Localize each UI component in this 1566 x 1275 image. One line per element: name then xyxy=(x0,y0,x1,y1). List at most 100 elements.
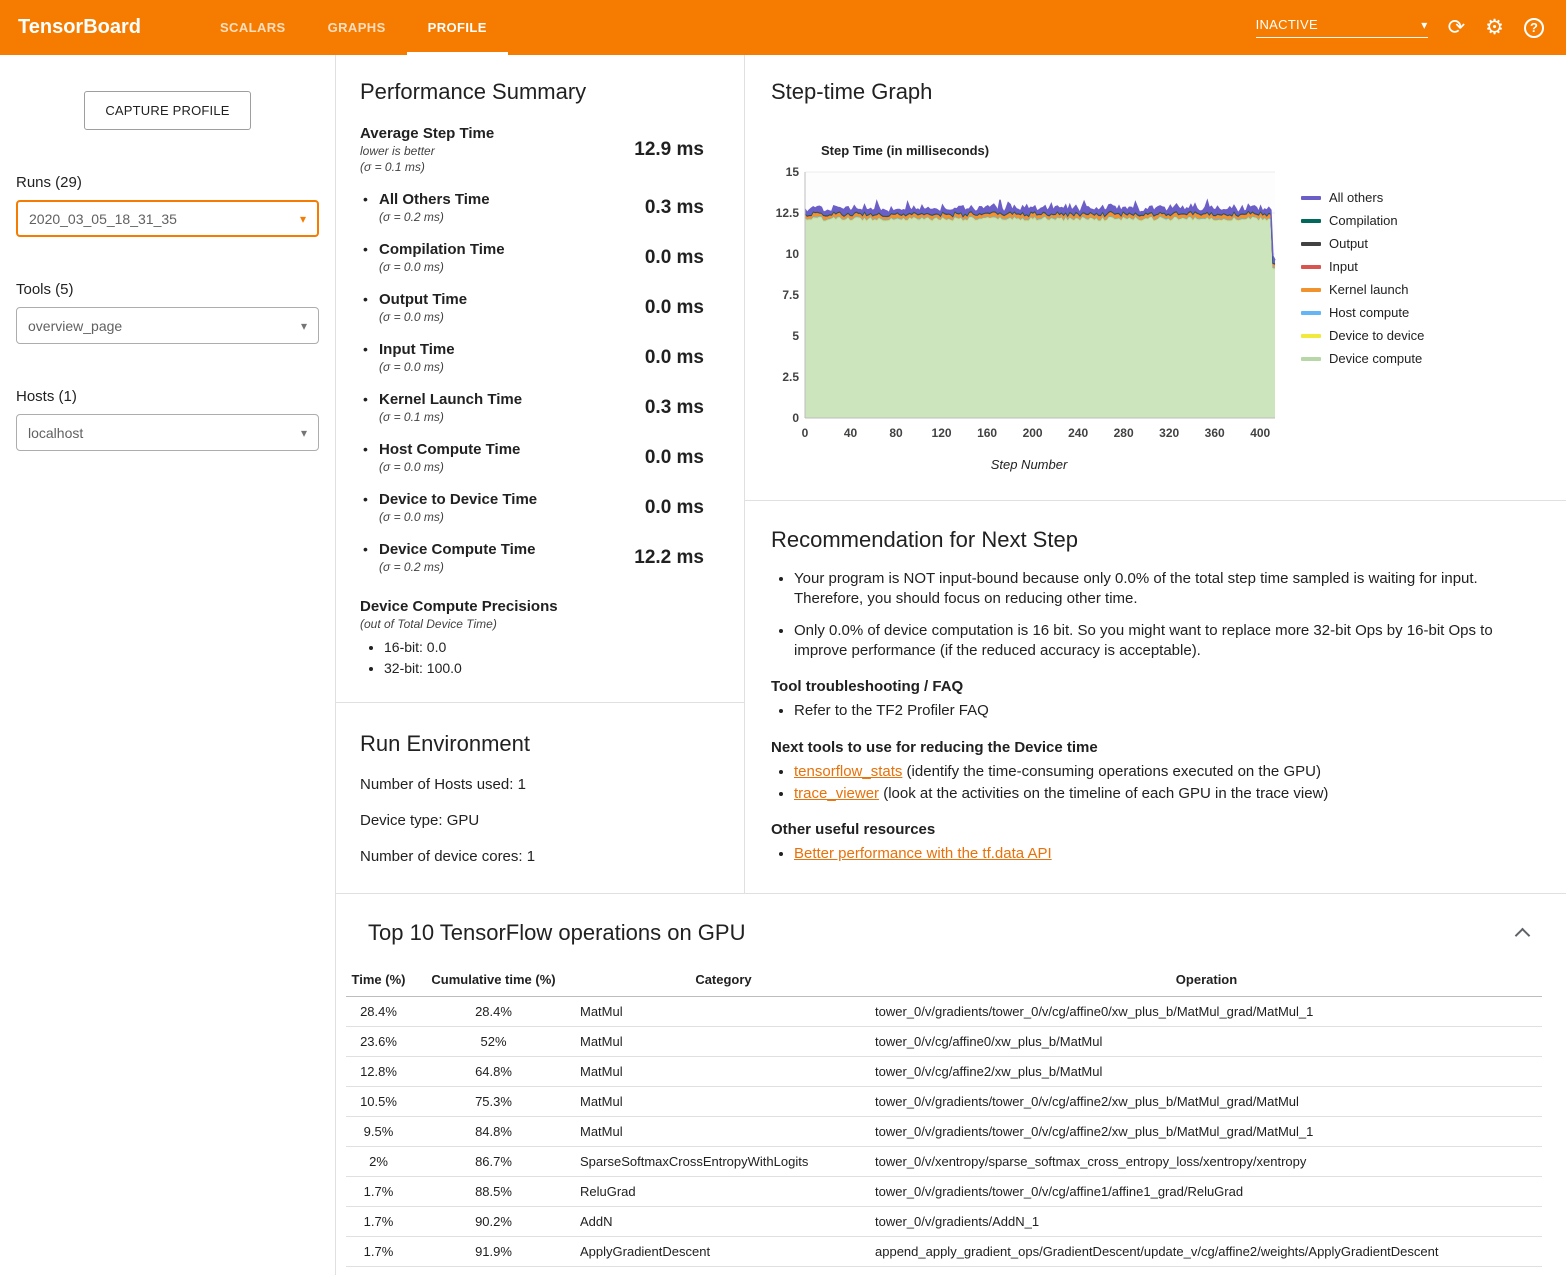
average-step-time-sigma: (σ = 0.1 ms) xyxy=(360,160,634,174)
collapse-icon[interactable] xyxy=(1515,927,1531,943)
legend-swatch xyxy=(1301,265,1321,269)
bullet-icon: • xyxy=(360,491,379,524)
operation-cell: tower_0/v/gradients/tower_0/v/cg/affine2… xyxy=(871,1117,1542,1147)
cumulative-time-cell: 52% xyxy=(411,1027,576,1057)
capture-profile-button[interactable]: CAPTURE PROFILE xyxy=(84,91,250,130)
bullet-icon: • xyxy=(360,341,379,374)
cumulative-time-cell: 90.2% xyxy=(411,1207,576,1237)
legend-swatch xyxy=(1301,334,1321,338)
legend-item: All others xyxy=(1301,190,1424,205)
legend-label: Input xyxy=(1329,259,1358,274)
tools-label: Tools (5) xyxy=(16,281,319,298)
perf-item-sigma: (σ = 0.0 ms) xyxy=(379,360,645,374)
recommendation-subheading: Next tools to use for reducing the Devic… xyxy=(771,739,1540,756)
tab-scalars[interactable]: SCALARS xyxy=(199,0,307,55)
legend-label: Kernel launch xyxy=(1329,282,1409,297)
main-tabs: SCALARSGRAPHSPROFILE xyxy=(199,0,508,55)
performance-summary-title: Performance Summary xyxy=(360,79,720,105)
table-row: 9.5%84.8%MatMultower_0/v/gradients/tower… xyxy=(346,1117,1542,1147)
perf-item-sigma: (σ = 0.0 ms) xyxy=(379,510,645,524)
tab-graphs[interactable]: GRAPHS xyxy=(307,0,407,55)
perf-item-value: 0.0 ms xyxy=(645,447,720,469)
table-row: 1.7%90.2%AddNtower_0/v/gradients/AddN_1 xyxy=(346,1207,1542,1237)
perf-item-label: Host Compute Time xyxy=(379,441,645,458)
perf-item-label: Output Time xyxy=(379,291,645,308)
average-step-time: Average Step Time lower is better (σ = 0… xyxy=(360,125,720,174)
perf-item-value: 0.0 ms xyxy=(645,497,720,519)
svg-text:5: 5 xyxy=(792,329,799,343)
perf-item-sigma: (σ = 0.2 ms) xyxy=(379,210,645,224)
perf-item-value: 0.3 ms xyxy=(645,197,720,219)
cumulative-time-cell: 28.4% xyxy=(411,997,576,1027)
run-environment-line: Number of device cores: 1 xyxy=(360,848,720,865)
settings-icon[interactable]: ⚙ xyxy=(1485,17,1504,38)
table-row: 1.7%91.9%ApplyGradientDescentappend_appl… xyxy=(346,1237,1542,1267)
app-body: CAPTURE PROFILE Runs (29) 2020_03_05_18_… xyxy=(0,55,1566,1275)
run-environment-line: Device type: GPU xyxy=(360,812,720,829)
tools-select-value: overview_page xyxy=(28,318,122,334)
svg-text:7.5: 7.5 xyxy=(782,288,799,302)
svg-text:160: 160 xyxy=(977,426,997,440)
bullet-icon: • xyxy=(360,541,379,574)
time-cell: 1.7% xyxy=(346,1177,411,1207)
operation-cell: tower_0/v/gradients/tower_0/v/cg/affine1… xyxy=(871,1177,1542,1207)
precision-item: 32-bit: 100.0 xyxy=(384,660,720,676)
perf-item-sigma: (σ = 0.2 ms) xyxy=(379,560,634,574)
category-cell: MatMul xyxy=(576,1117,871,1147)
bullet-icon: • xyxy=(360,391,379,424)
svg-text:360: 360 xyxy=(1205,426,1225,440)
hosts-select[interactable]: localhost ▾ xyxy=(16,414,319,451)
status-dropdown[interactable]: INACTIVE ▾ xyxy=(1256,17,1428,38)
average-step-time-label: Average Step Time xyxy=(360,125,634,142)
help-icon[interactable]: ? xyxy=(1524,18,1544,38)
recommendation-item: Better performance with the tf.data API xyxy=(794,843,1540,865)
precision-list: 16-bit: 0.032-bit: 100.0 xyxy=(384,639,720,676)
step-time-graph-section: Step-time Graph Step Time (in millisecon… xyxy=(745,55,1566,500)
cumulative-time-cell: 75.3% xyxy=(411,1087,576,1117)
tab-profile[interactable]: PROFILE xyxy=(407,0,508,55)
recommendation-list: Better performance with the tf.data API xyxy=(794,843,1540,865)
operation-cell: tower_0/v/gradients/tower_0/v/cg/affine0… xyxy=(871,997,1542,1027)
recommendation-link[interactable]: Better performance with the tf.data API xyxy=(794,845,1052,862)
perf-item-label: All Others Time xyxy=(379,191,645,208)
top-ops-table: Time (%)Cumulative time (%)CategoryOpera… xyxy=(346,966,1542,1267)
legend-swatch xyxy=(1301,288,1321,292)
bullet-icon: • xyxy=(360,191,379,224)
recommendation-section: Recommendation for Next Step Your progra… xyxy=(745,500,1566,893)
svg-text:240: 240 xyxy=(1068,426,1088,440)
svg-text:10: 10 xyxy=(786,247,800,261)
perf-item: •Output Time(σ = 0.0 ms)0.0 ms xyxy=(360,291,720,324)
app-header: TensorBoard SCALARSGRAPHSPROFILE INACTIV… xyxy=(0,0,1566,55)
perf-item: •All Others Time (σ = 0.2 ms)0.3 ms xyxy=(360,191,720,224)
recommendation-item: trace_viewer (look at the activities on … xyxy=(794,783,1540,805)
svg-text:12.5: 12.5 xyxy=(776,206,800,220)
run-environment-lines: Number of Hosts used: 1 Device type: GPU N… xyxy=(360,776,720,865)
perf-item-sigma: (σ = 0.0 ms) xyxy=(379,260,645,274)
cumulative-time-cell: 64.8% xyxy=(411,1057,576,1087)
category-cell: SparseSoftmaxCrossEntropyWithLogits xyxy=(576,1147,871,1177)
legend-swatch xyxy=(1301,357,1321,361)
legend-swatch xyxy=(1301,311,1321,315)
run-environment-line: Number of Hosts used: 1 xyxy=(360,776,720,793)
perf-item-label: Input Time xyxy=(379,341,645,358)
column-header: Category xyxy=(576,966,871,997)
recommendation-sections: Tool troubleshooting / FAQRefer to the T… xyxy=(771,678,1540,865)
svg-text:120: 120 xyxy=(932,426,952,440)
operation-cell: tower_0/v/cg/affine2/xw_plus_b/MatMul xyxy=(871,1057,1542,1087)
operation-cell: tower_0/v/gradients/AddN_1 xyxy=(871,1207,1542,1237)
top-ops-header: Top 10 TensorFlow operations on GPU xyxy=(346,914,1542,948)
time-cell: 1.7% xyxy=(346,1207,411,1237)
refresh-icon[interactable]: ⟳ xyxy=(1448,17,1466,38)
runs-select[interactable]: 2020_03_05_18_31_35 ▾ xyxy=(16,200,319,237)
device-compute-precisions: Device Compute Precisions (out of Total … xyxy=(360,598,720,676)
legend-label: Output xyxy=(1329,236,1368,251)
recommendation-link[interactable]: tensorflow_stats xyxy=(794,763,902,780)
recommendation-subheading: Tool troubleshooting / FAQ xyxy=(771,678,1540,695)
recommendation-link[interactable]: trace_viewer xyxy=(794,785,879,802)
cumulative-time-cell: 91.9% xyxy=(411,1237,576,1267)
column-header: Operation xyxy=(871,966,1542,997)
tools-select[interactable]: overview_page ▾ xyxy=(16,307,319,344)
perf-item: •Compilation Time(σ = 0.0 ms)0.0 ms xyxy=(360,241,720,274)
recommendation-list: tensorflow_stats (identify the time-cons… xyxy=(794,761,1540,805)
caret-down-icon: ▾ xyxy=(300,212,306,226)
